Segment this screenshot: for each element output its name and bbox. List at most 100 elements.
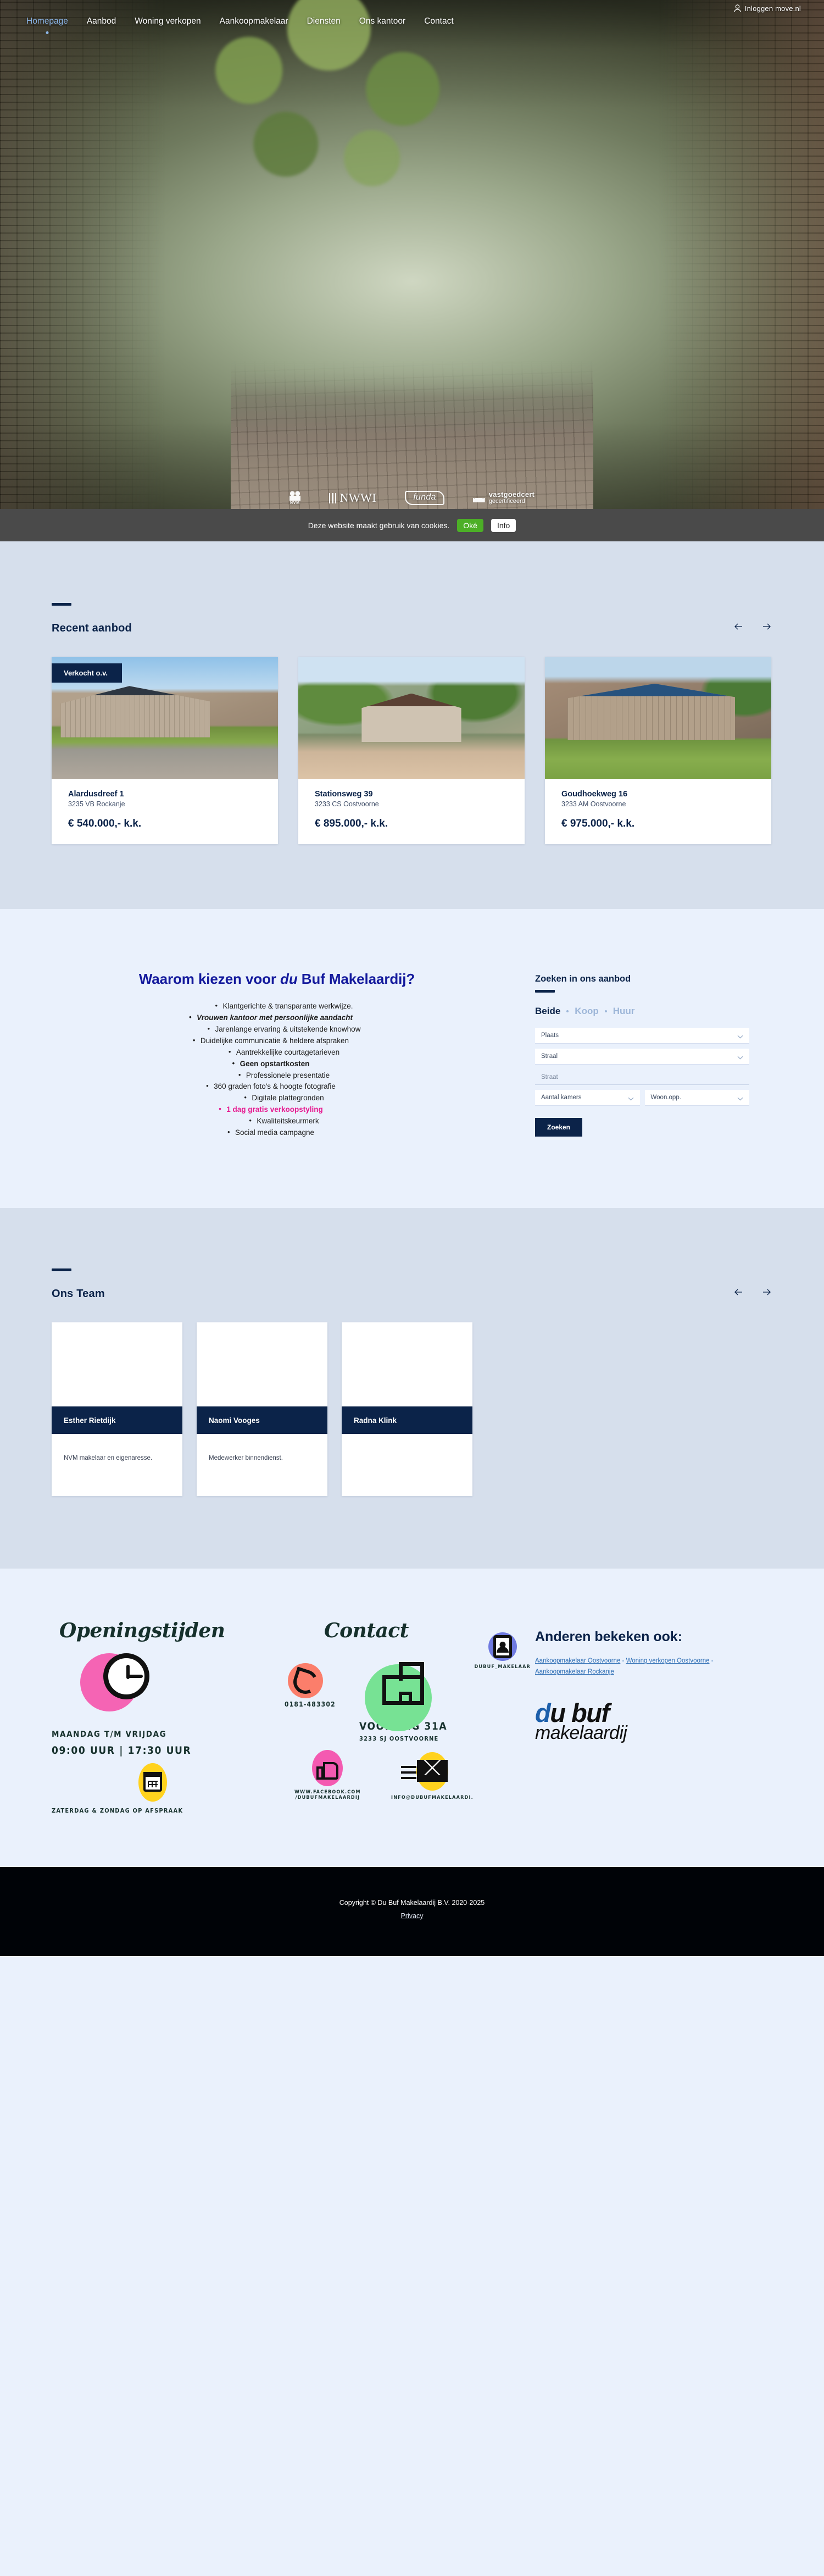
search-submit-button[interactable]: Zoeken [535, 1118, 583, 1137]
phone-item[interactable]: 0181-483302 [285, 1647, 535, 1732]
property-price: € 975.000,- k.k. [561, 818, 635, 829]
nav-item-contact[interactable]: Contact [424, 16, 453, 30]
user-icon [734, 4, 741, 13]
crown-icon [472, 494, 485, 502]
aantal-kamers-select[interactable]: Aantal kamers [535, 1090, 640, 1106]
waarom-bullet-item: Geen opstartkosten [232, 1058, 310, 1070]
brand-logo: du buf makelaardij [535, 1700, 766, 1743]
vastgoedcert-label: vastgoedcert [488, 490, 535, 499]
brand-logo-subtitle: makelaardij [535, 1722, 627, 1743]
vastgoedcert-sub: gecertificeerd [488, 498, 525, 505]
plaats-select-value: Plaats [541, 1032, 559, 1039]
waarom-bullet-item: Kwaliteitskeurmerk [249, 1115, 319, 1127]
nav-item-aankoopmakelaar[interactable]: Aankoopmakelaar [220, 16, 288, 30]
property-address: Goudhoekweg 16 [561, 790, 628, 799]
anderen-bekeken-heading: Anderen bekeken ook: [535, 1629, 683, 1645]
hero-banner: Inloggen move.nl Homepage Aanbod Woning … [0, 0, 824, 541]
cookie-info-button[interactable]: Info [491, 518, 516, 532]
nvm-logo: NVM [289, 491, 300, 505]
property-zip: 3233 CS Oostvoorne [315, 800, 379, 808]
tab-separator-dot-icon [604, 1010, 607, 1012]
waarom-bullet-row: Vrouwen kantoor met persoonlijke aandach… [40, 1012, 502, 1024]
straat-input-placeholder: Straat [541, 1073, 558, 1081]
facebook-url-line2: /DUBUFMAKELAARDIJ [295, 1795, 360, 1801]
openingstijden-heading: Openingstijden [59, 1619, 225, 1643]
tab-koop[interactable]: Koop [575, 1006, 598, 1017]
tab-beide[interactable]: Beide [535, 1006, 560, 1017]
waarom-content: Waarom kiezen voor du Buf Makelaardij? K… [52, 971, 502, 1139]
property-price: € 540.000,- k.k. [68, 818, 142, 829]
team-member-role: NVM makelaar en eigenaresse. [64, 1455, 153, 1462]
clock-icon [103, 1653, 149, 1700]
aanbod-carousel-arrows [733, 621, 772, 635]
property-card[interactable]: Verkocht o.v. Alardusdreef 1 3235 VB Roc… [52, 657, 278, 844]
openingstijden-block: Openingstijden MAANDAG T/M VRIJDAG 09:00… [52, 1619, 288, 1814]
anderen-bekeken-block: Anderen bekeken ook: Aankoopmakelaar Oos… [535, 1619, 766, 1814]
link-woning-verkopen-oostvoorne[interactable]: Woning verkopen Oostvoorne [626, 1658, 710, 1664]
search-type-tabs: Beide Koop Huur [535, 1006, 749, 1017]
tab-huur[interactable]: Huur [613, 1006, 635, 1017]
team-member-card[interactable]: Radna Klink [342, 1322, 472, 1497]
cookie-accept-button[interactable]: Oké [457, 518, 483, 532]
property-photo [298, 657, 525, 779]
team-member-name: Radna Klink [342, 1406, 472, 1434]
waarom-bullet-row: 1 dag gratis verkoopstyling [40, 1104, 502, 1116]
link-separator: - [709, 1658, 714, 1665]
waarom-bullet-row: Geen opstartkosten [40, 1058, 502, 1070]
section-rule [52, 603, 71, 606]
nvm-mark-icon [289, 491, 300, 501]
property-card[interactable]: Stationsweg 39 3233 CS Oostvoorne € 895.… [298, 657, 525, 844]
page-root: Inloggen move.nl Homepage Aanbod Woning … [0, 0, 824, 1956]
waarom-kiezen-section: Waarom kiezen voor du Buf Makelaardij? K… [0, 909, 824, 1209]
waarom-bullet-row: Kwaliteitskeurmerk [66, 1115, 502, 1127]
waarom-bullet-item: Professionele presentatie [238, 1070, 330, 1082]
nav-item-aanbod[interactable]: Aanbod [87, 16, 116, 30]
straat-input[interactable]: Straat [535, 1070, 749, 1085]
facebook-url-line1: WWW.FACEBOOK.COM [294, 1790, 361, 1796]
woonoppervlakte-value: Woon.opp. [650, 1094, 681, 1101]
contact-block: Contact DUBUF_MAKELAAR 0181-483302 31A 3… [285, 1619, 535, 1814]
thumbs-up-icon [316, 1758, 339, 1780]
certification-logos: NVM NWWI funda vastgoedcert gecertificee… [0, 491, 824, 505]
property-address: Stationsweg 39 [315, 790, 373, 799]
chevron-down-icon [737, 1034, 743, 1038]
waarom-bullet-row: Klantgerichte & transparante werkwijze. [66, 1000, 502, 1012]
calendar-icon [143, 1772, 162, 1792]
team-prev-arrow-icon[interactable] [733, 1286, 745, 1298]
property-photo [545, 657, 771, 779]
team-member-card[interactable]: Esther Rietdijk NVM makelaar en eigenare… [52, 1322, 182, 1497]
link-aankoopmakelaar-rockanje[interactable]: Aankoopmakelaar Rockanje [535, 1669, 614, 1675]
woonoppervlakte-select[interactable]: Woon.opp. [644, 1090, 749, 1106]
status-badge: Verkocht o.v. [52, 663, 122, 683]
aantal-kamers-value: Aantal kamers [541, 1094, 582, 1101]
nav-item-diensten[interactable]: Diensten [307, 16, 341, 30]
facebook-item[interactable]: WWW.FACEBOOK.COM /DUBUFMAKELAARDIJ [294, 1750, 361, 1801]
nav-item-woning-verkopen[interactable]: Woning verkopen [135, 16, 201, 30]
link-separator: - [620, 1658, 626, 1665]
link-aankoopmakelaar-oostvoorne[interactable]: Aankoopmakelaar Oostvoorne [535, 1658, 620, 1664]
privacy-link[interactable]: Privacy [401, 1912, 424, 1920]
team-member-photo [197, 1322, 327, 1407]
nav-item-homepage[interactable]: Homepage [26, 16, 68, 30]
waarom-bullet-row: Jarenlange ervaring & uitstekende knowho… [66, 1023, 502, 1035]
ons-team-section: Ons Team Esther Rietdijk NVM makelaar en… [0, 1208, 824, 1569]
team-member-card[interactable]: Naomi Vooges Medewerker binnendienst. [197, 1322, 327, 1497]
login-label: Inloggen move.nl [744, 4, 801, 13]
aanbod-prev-arrow-icon[interactable] [733, 621, 745, 633]
copyright-text: Copyright © Du Buf Makelaardij B.V. 2020… [339, 1899, 485, 1907]
email-address: INFO@DUBUFMAKELAARDI. [391, 1795, 474, 1801]
waarom-bullet-row: 360 graden foto's & hoogte fotografie [40, 1081, 502, 1093]
chevron-down-icon [628, 1096, 634, 1100]
login-move-link[interactable]: Inloggen move.nl [734, 4, 801, 13]
plaats-select[interactable]: Plaats [535, 1028, 749, 1044]
straal-select[interactable]: Straal [535, 1049, 749, 1065]
property-card[interactable]: Goudhoekweg 16 3233 AM Oostvoorne € 975.… [545, 657, 771, 844]
recent-aanbod-title: Recent aanbod [52, 622, 132, 634]
property-card-list: Verkocht o.v. Alardusdreef 1 3235 VB Roc… [52, 657, 772, 844]
team-member-name: Naomi Vooges [197, 1406, 327, 1434]
nav-item-ons-kantoor[interactable]: Ons kantoor [359, 16, 405, 30]
aanbod-next-arrow-icon[interactable] [760, 621, 772, 633]
email-item[interactable]: INFO@DUBUFMAKELAARDI. [391, 1752, 474, 1801]
team-next-arrow-icon[interactable] [760, 1286, 772, 1298]
team-carousel-arrows [733, 1286, 772, 1300]
